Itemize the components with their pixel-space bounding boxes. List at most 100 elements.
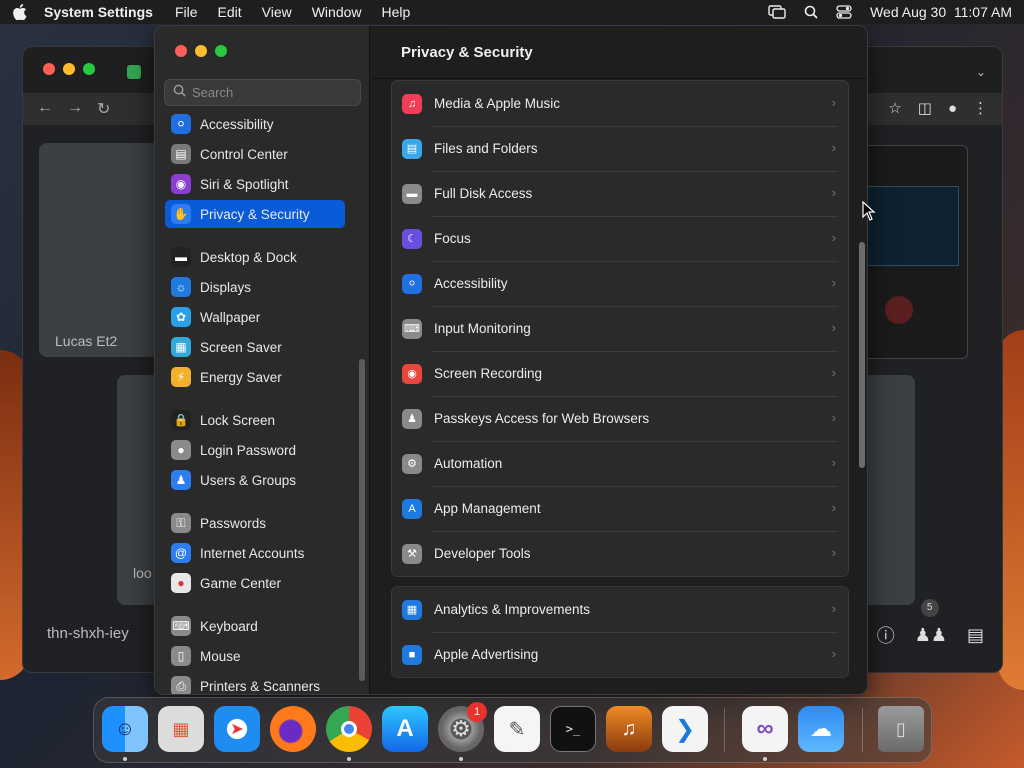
privacy-row-full-disk-access[interactable]: ▬ Full Disk Access › — [392, 171, 848, 216]
terminal-icon[interactable]: >_ — [550, 706, 596, 752]
privacy-row-screen-recording[interactable]: ◉ Screen Recording › — [392, 351, 848, 396]
apple-menu-icon[interactable] — [12, 4, 28, 20]
privacy-row-analytics-improvements[interactable]: ▦ Analytics & Improvements › — [392, 587, 848, 632]
privacy-row-media-apple-music[interactable]: ♫ Media & Apple Music › — [392, 81, 848, 126]
vscode-icon[interactable]: ❯ — [662, 706, 708, 752]
back-arrow-icon[interactable]: ← — [37, 99, 53, 119]
sidebar-item-desktop-dock[interactable]: ▬ Desktop & Dock — [165, 243, 345, 271]
side-panel-icon[interactable]: ◫ — [918, 99, 932, 117]
sidebar-item-siri-spotlight[interactable]: ◉ Siri & Spotlight — [165, 170, 345, 198]
settings-minimize-button[interactable] — [195, 45, 207, 57]
forward-arrow-icon[interactable]: → — [67, 99, 83, 119]
running-indicator — [459, 757, 463, 761]
settings-close-button[interactable] — [175, 45, 187, 57]
privacy-row-focus[interactable]: ☾ Focus › — [392, 216, 848, 261]
mouse-icon: ▯ — [171, 646, 191, 666]
menu-app-name[interactable]: System Settings — [44, 4, 153, 20]
chrome-close-button[interactable] — [43, 63, 55, 75]
screen-mirroring-icon[interactable] — [768, 5, 786, 19]
sidebar-item-privacy-security[interactable]: ✋ Privacy & Security — [165, 200, 345, 228]
keyboard-icon: ⌨ — [171, 616, 191, 636]
star-icon[interactable]: ☆ — [888, 99, 901, 117]
sidebar-scrollbar[interactable] — [359, 359, 365, 681]
settings-zoom-button[interactable] — [215, 45, 227, 57]
menu-edit[interactable]: Edit — [218, 4, 242, 20]
main-scrollbar[interactable] — [859, 242, 865, 468]
row-label: Automation — [434, 456, 503, 471]
sidebar-item-printers-scanners[interactable]: ⎙ Printers & Scanners — [165, 672, 345, 694]
sidebar-item-control-center[interactable]: ▤ Control Center — [165, 140, 345, 168]
row-label: Apple Advertising — [434, 647, 539, 662]
control-center-icon[interactable] — [836, 5, 852, 19]
sidebar-item-lock-screen[interactable]: 🔒 Lock Screen — [165, 406, 345, 434]
people-icon[interactable]: ♟♟ 5 — [915, 598, 947, 646]
game-center-icon: ● — [171, 573, 191, 593]
row-label: Accessibility — [434, 276, 508, 291]
menu-window[interactable]: Window — [312, 4, 362, 20]
sidebar-item-mouse[interactable]: ▯ Mouse — [165, 642, 345, 670]
guitar-icon[interactable]: ♫ — [606, 706, 652, 752]
chevron-right-icon: › — [831, 95, 836, 110]
launchpad-icon[interactable]: ▦ — [158, 706, 204, 752]
menu-help[interactable]: Help — [382, 4, 411, 20]
hand-icon: ✋ — [171, 204, 191, 224]
sidebar-list: ⚪ Accessibility ▤ Control Center ◉ Siri & Spo… — [155, 110, 370, 694]
sidebar-item-keyboard[interactable]: ⌨ Keyboard — [165, 612, 345, 640]
screen-saver-icon: ▦ — [171, 337, 191, 357]
chat-icon[interactable]: ▤ — [967, 625, 984, 646]
sidebar-item-label: Printers & Scanners — [200, 678, 321, 694]
weather-icon[interactable]: ☁ — [798, 706, 844, 752]
sidebar-item-label: Passwords — [200, 515, 267, 531]
sidebar-item-wallpaper[interactable]: ✿ Wallpaper — [165, 303, 345, 331]
sidebar-item-game-center[interactable]: ● Game Center — [165, 569, 345, 597]
privacy-row-automation[interactable]: ⚙ Automation › — [392, 441, 848, 486]
sidebar-item-users-groups[interactable]: ♟ Users & Groups — [165, 466, 345, 494]
sidebar-item-accessibility[interactable]: ⚪ Accessibility — [165, 110, 345, 138]
keyboard-icon: ⌨ — [402, 318, 422, 339]
textedit-icon[interactable]: ✎ — [494, 706, 540, 752]
chrome-zoom-button[interactable] — [83, 63, 95, 75]
sidebar-item-screen-saver[interactable]: ▦ Screen Saver — [165, 333, 345, 361]
reload-icon[interactable]: ↻ — [97, 99, 110, 119]
spotlight-search-icon[interactable] — [804, 5, 818, 19]
privacy-row-developer-tools[interactable]: ⚒ Developer Tools › — [392, 531, 848, 576]
chevron-down-icon[interactable]: ⌄ — [976, 65, 986, 79]
login-password-icon: ● — [171, 440, 191, 460]
info-icon[interactable]: ⓘ — [877, 622, 895, 648]
menu-view[interactable]: View — [262, 4, 292, 20]
app-store-icon: A — [402, 498, 422, 519]
visual-studio-icon[interactable]: ∞ — [742, 706, 788, 752]
screen-share-preview — [858, 145, 968, 359]
menu-clock[interactable]: Wed Aug 30 11:07 AM — [870, 4, 1012, 20]
safari-icon[interactable]: ➤ — [214, 706, 260, 752]
privacy-row-accessibility[interactable]: ⚪ Accessibility › — [392, 261, 848, 306]
sidebar-item-label: Lock Screen — [200, 412, 276, 428]
chrome-icon[interactable] — [326, 706, 372, 752]
finder-icon[interactable]: ☺ — [102, 706, 148, 752]
control-center-icon: ▤ — [171, 144, 191, 164]
search-input[interactable] — [192, 85, 352, 100]
sidebar-item-label: Siri & Spotlight — [200, 176, 289, 192]
more-menu-icon[interactable]: ⋮ — [973, 99, 988, 117]
meet-favicon-icon[interactable] — [127, 65, 141, 79]
firefox-icon[interactable] — [270, 706, 316, 752]
menu-file[interactable]: File — [175, 4, 198, 20]
trash-icon[interactable]: ▯ — [878, 706, 924, 752]
privacy-row-files-and-folders[interactable]: ▤ Files and Folders › — [392, 126, 848, 171]
privacy-row-app-management[interactable]: A App Management › — [392, 486, 848, 531]
profile-avatar-icon[interactable]: ● — [948, 100, 957, 117]
chrome-minimize-button[interactable] — [63, 63, 75, 75]
sidebar-item-displays[interactable]: ☼ Displays — [165, 273, 345, 301]
sidebar-item-internet-accounts[interactable]: @ Internet Accounts — [165, 539, 345, 567]
sidebar-item-login-password[interactable]: ● Login Password — [165, 436, 345, 464]
settings-search[interactable] — [164, 79, 361, 106]
privacy-permissions-group: ♫ Media & Apple Music › ▤ Files and Folders ›… — [391, 80, 849, 577]
sidebar-item-energy-saver[interactable]: ⚡ Energy Saver — [165, 363, 345, 391]
app-store-icon[interactable]: A — [382, 706, 428, 752]
privacy-row-input-monitoring[interactable]: ⌨ Input Monitoring › — [392, 306, 848, 351]
privacy-row-passkeys-access-for-web-browsers[interactable]: ♟ Passkeys Access for Web Browsers › — [392, 396, 848, 441]
folder-icon: ▤ — [402, 138, 422, 159]
privacy-row-apple-advertising[interactable]: ■ Apple Advertising › — [392, 632, 848, 677]
sidebar-item-label: Privacy & Security — [200, 206, 310, 222]
sidebar-item-passwords[interactable]: ⚿ Passwords — [165, 509, 345, 537]
